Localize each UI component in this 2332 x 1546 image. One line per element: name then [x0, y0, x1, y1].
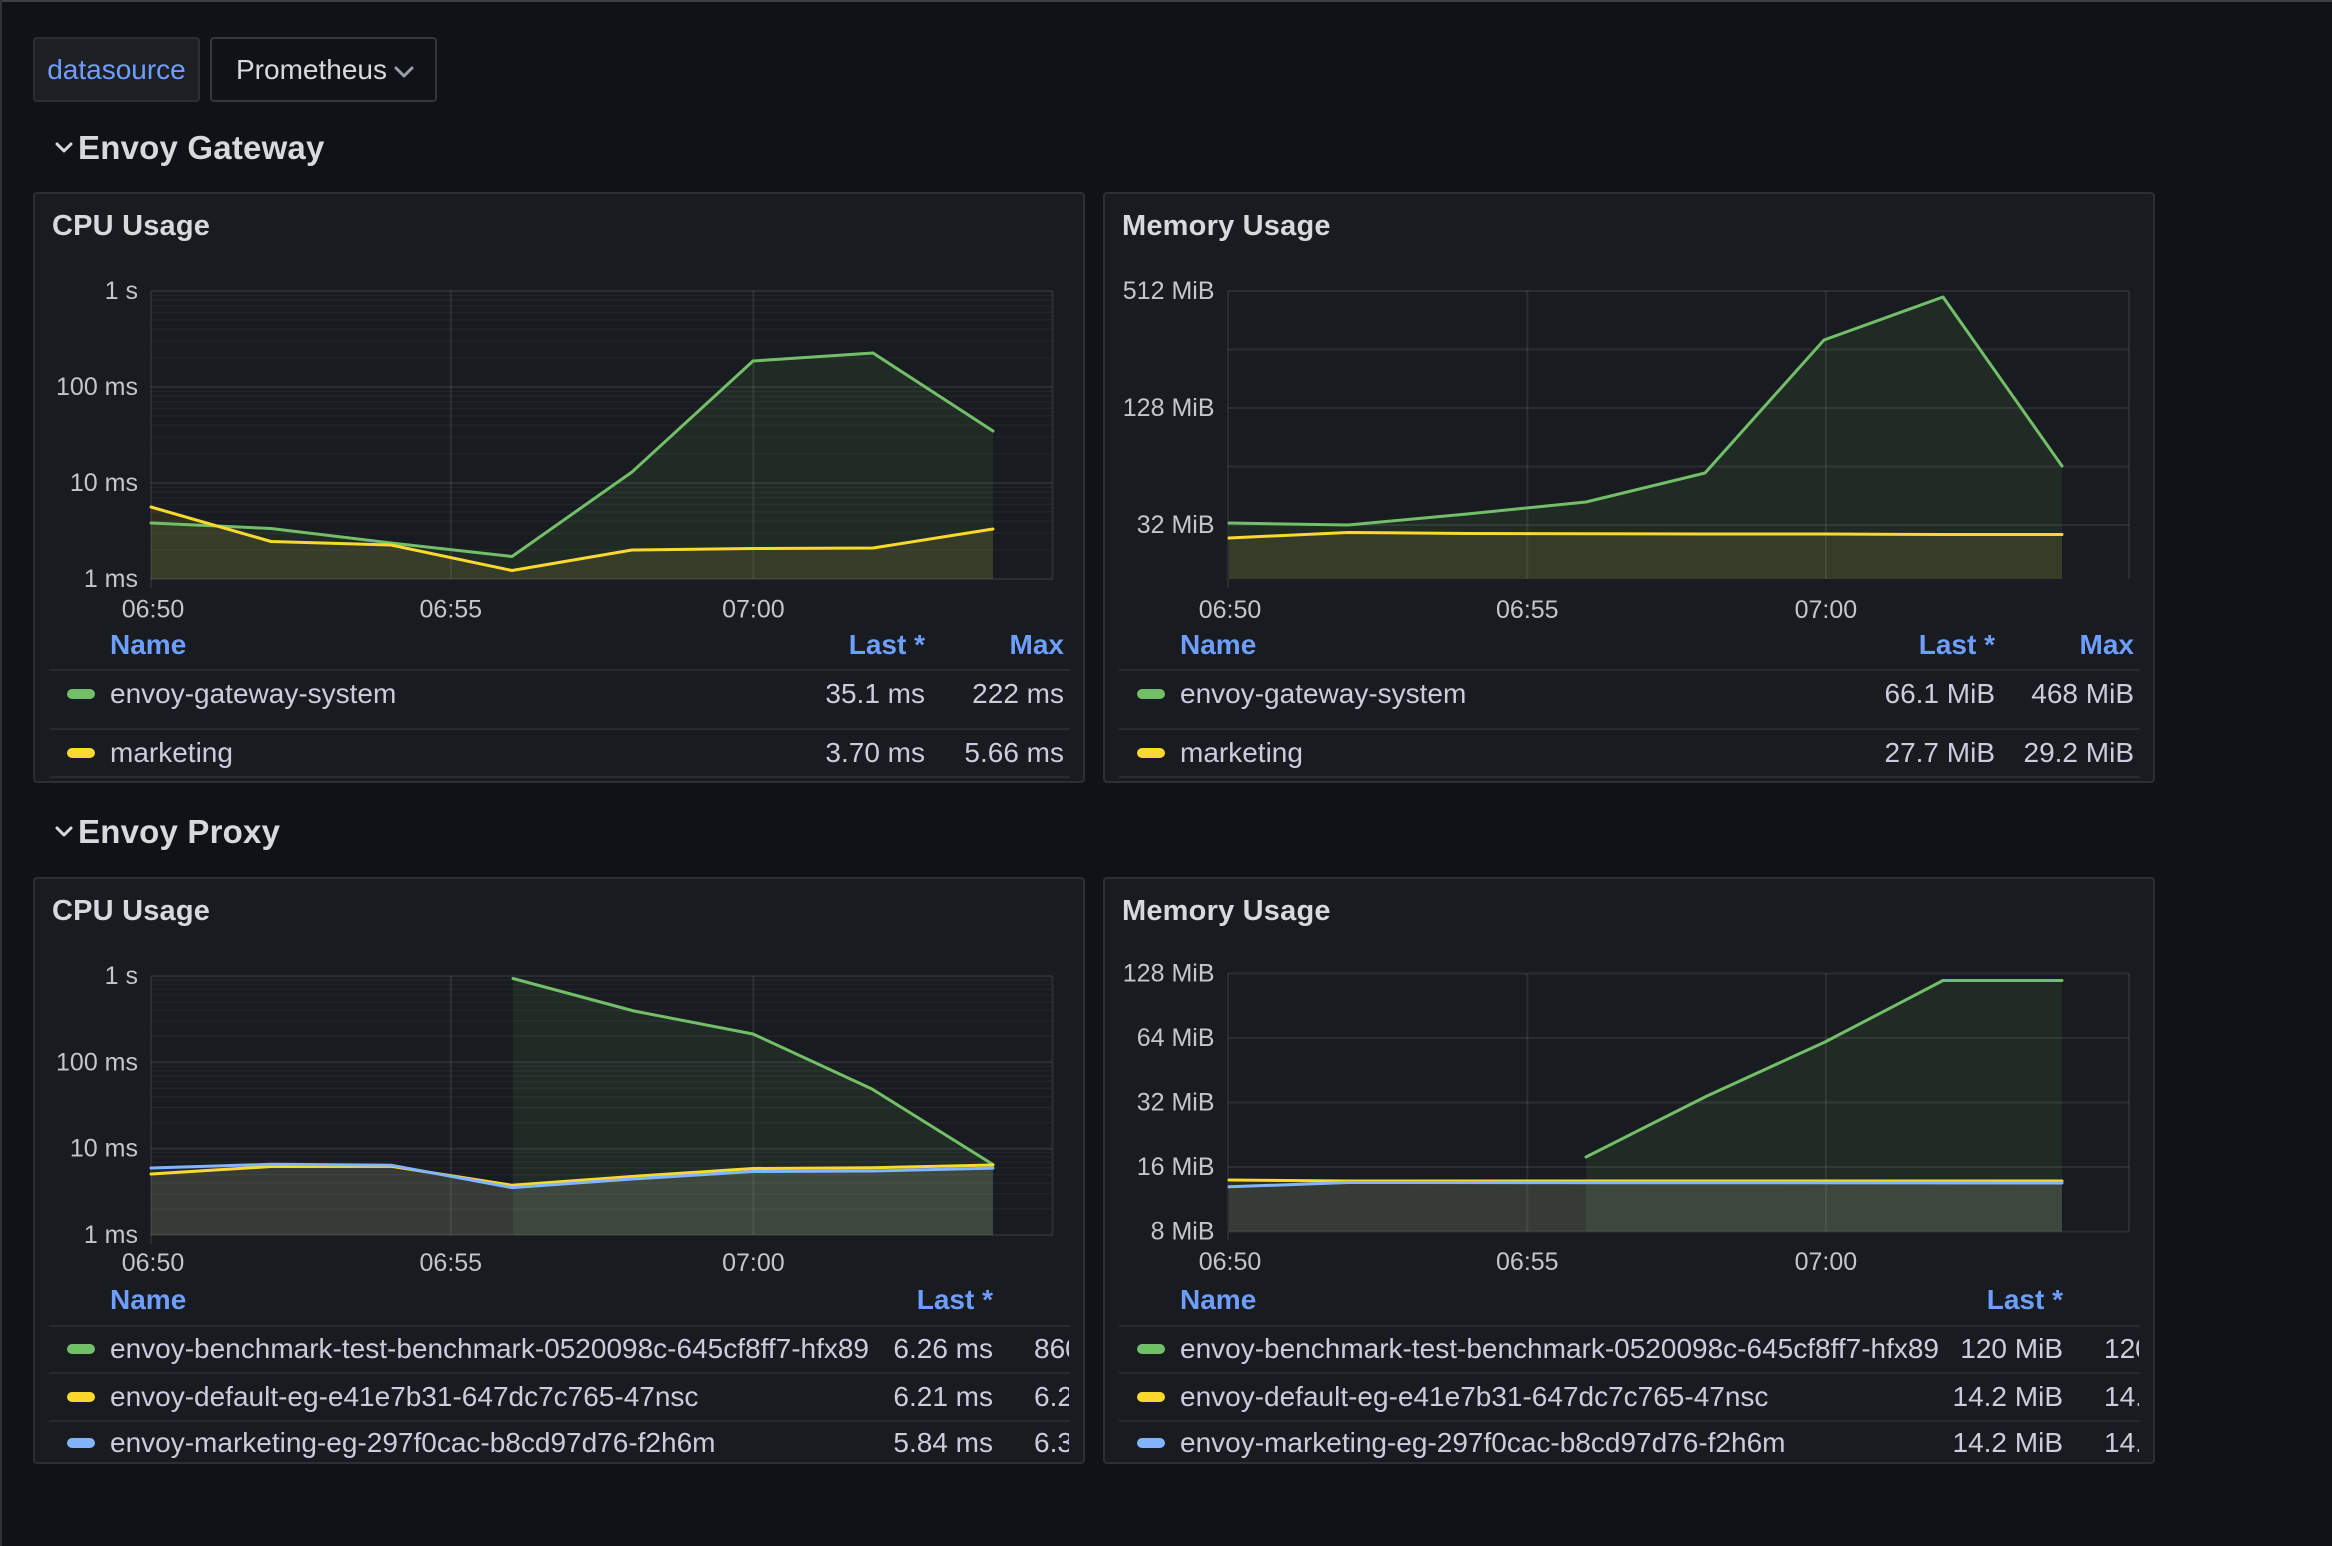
svg-text:100 ms: 100 ms: [56, 1048, 138, 1076]
svg-text:1 ms: 1 ms: [84, 565, 138, 593]
svg-text:06:50: 06:50: [122, 1249, 185, 1277]
svg-text:64 MiB: 64 MiB: [1137, 1024, 1215, 1052]
svg-text:8 MiB: 8 MiB: [1151, 1218, 1215, 1246]
svg-text:06:50: 06:50: [1199, 1248, 1262, 1276]
svg-text:10 ms: 10 ms: [70, 1135, 138, 1163]
svg-text:06:50: 06:50: [122, 596, 185, 624]
svg-text:128 MiB: 128 MiB: [1123, 960, 1215, 988]
svg-text:512 MiB: 512 MiB: [1123, 277, 1215, 305]
svg-text:32 MiB: 32 MiB: [1137, 1089, 1215, 1117]
svg-text:1 s: 1 s: [105, 962, 138, 990]
svg-text:07:00: 07:00: [722, 596, 785, 624]
svg-text:10 ms: 10 ms: [70, 469, 138, 497]
svg-text:07:00: 07:00: [1795, 1248, 1858, 1276]
svg-text:07:00: 07:00: [1795, 596, 1858, 624]
svg-text:32 MiB: 32 MiB: [1137, 511, 1215, 539]
svg-text:06:55: 06:55: [420, 1249, 483, 1277]
svg-text:1 ms: 1 ms: [84, 1221, 138, 1249]
svg-text:06:55: 06:55: [1496, 596, 1559, 624]
svg-text:100 ms: 100 ms: [56, 373, 138, 401]
svg-text:1 s: 1 s: [105, 277, 138, 305]
svg-text:06:50: 06:50: [1199, 596, 1262, 624]
svg-text:128 MiB: 128 MiB: [1123, 394, 1215, 422]
svg-text:07:00: 07:00: [722, 1249, 785, 1277]
svg-text:06:55: 06:55: [420, 596, 483, 624]
svg-text:06:55: 06:55: [1496, 1248, 1559, 1276]
svg-text:16 MiB: 16 MiB: [1137, 1153, 1215, 1181]
